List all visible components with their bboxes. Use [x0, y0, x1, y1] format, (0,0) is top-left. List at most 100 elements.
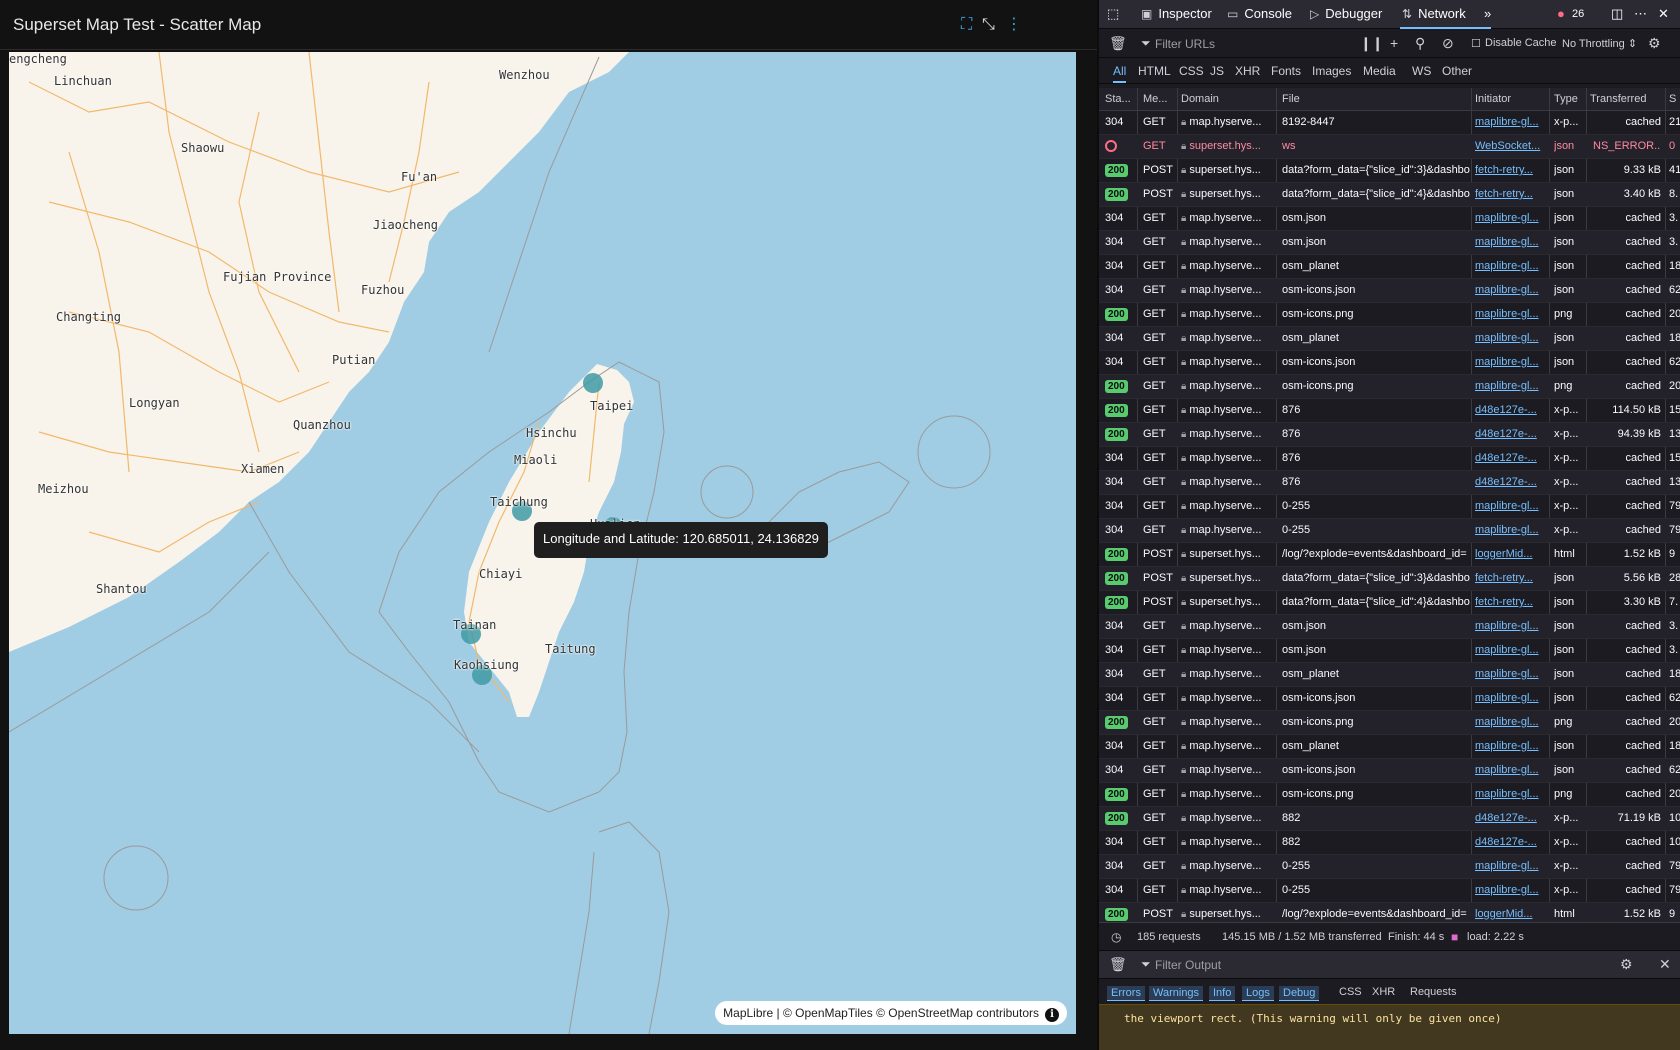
type-tab-images[interactable]: Images [1312, 64, 1351, 78]
cross-filter-icon[interactable]: ⛶ [961, 14, 972, 34]
column-file[interactable]: File [1282, 93, 1300, 105]
row-initiator-link[interactable]: maplibre-gl... [1475, 788, 1548, 800]
row-initiator-link[interactable]: fetch-retry... [1475, 188, 1548, 200]
console-filter-requests[interactable]: Requests [1410, 986, 1456, 998]
request-row[interactable]: 200 POST 🔒︎ superset.hys.../log/?explode=ev… [1099, 903, 1680, 922]
row-initiator-link[interactable]: maplibre-gl... [1475, 332, 1548, 344]
row-initiator-link[interactable]: maplibre-gl... [1475, 500, 1548, 512]
row-initiator-link[interactable]: maplibre-gl... [1475, 692, 1548, 704]
column-transferred[interactable]: Transferred [1590, 93, 1646, 105]
row-initiator-link[interactable]: maplibre-gl... [1475, 308, 1548, 320]
row-initiator-link[interactable]: maplibre-gl... [1475, 716, 1548, 728]
row-initiator-link[interactable]: maplibre-gl... [1475, 740, 1548, 752]
type-tab-media[interactable]: Media [1363, 64, 1396, 78]
tab-network[interactable]: ⇅ Network [1402, 6, 1466, 21]
row-initiator-link[interactable]: maplibre-gl... [1475, 260, 1548, 272]
type-tab-fonts[interactable]: Fonts [1271, 64, 1301, 78]
type-tab-ws[interactable]: WS [1412, 64, 1431, 78]
request-row[interactable]: 200 GET 🔒︎ map.hyserve... osm-icons.png mapli… [1099, 375, 1680, 399]
tab-inspector[interactable]: ▣ Inspector [1141, 6, 1212, 21]
request-row[interactable]: 304 GET 🔒︎ map.hyserve... 876 d48e127e-... x-p… [1099, 447, 1680, 471]
element-picker-icon[interactable]: ⬚ [1107, 6, 1119, 22]
request-row[interactable]: 304 GET 🔒︎ map.hyserve... 8192-8447 maplibre-… [1099, 111, 1680, 135]
request-row[interactable]: 304 GET 🔒︎ map.hyserve... 876 d48e127e-... x-p… [1099, 471, 1680, 495]
gear-icon[interactable]: ⚙ [1648, 35, 1661, 52]
request-row[interactable]: 304 GET 🔒︎ map.hyserve... 0-255 maplibre-gl..… [1099, 495, 1680, 519]
request-row[interactable]: 200 POST 🔒︎ superset.hys... data?form_data={… [1099, 591, 1680, 615]
row-initiator-link[interactable]: maplibre-gl... [1475, 356, 1548, 368]
row-initiator-link[interactable]: maplibre-gl... [1475, 764, 1548, 776]
request-row[interactable]: 200 POST 🔒︎ superset.hys.../log/?explode=ev… [1099, 543, 1680, 567]
row-initiator-link[interactable]: loggerMid... [1475, 548, 1548, 560]
options-icon[interactable]: ⋯ [1634, 6, 1647, 22]
column-initiator[interactable]: Initiator [1475, 93, 1511, 105]
request-row[interactable]: 304 GET 🔒︎ map.hyserve... osm-icons.json mapl… [1099, 759, 1680, 783]
row-initiator-link[interactable]: maplibre-gl... [1475, 884, 1548, 896]
column-type[interactable]: Type [1554, 93, 1578, 105]
request-row[interactable]: 200 GET 🔒︎ map.hyserve... 876 d48e127e-... x-p… [1099, 399, 1680, 423]
request-row[interactable]: 304 GET 🔒︎ map.hyserve... osm_planet maplibre… [1099, 735, 1680, 759]
request-row[interactable]: 304 GET 🔒︎ map.hyserve... osm.json maplibre-g… [1099, 615, 1680, 639]
row-initiator-link[interactable]: d48e127e-... [1475, 428, 1548, 440]
row-initiator-link[interactable]: loggerMid... [1475, 908, 1548, 920]
row-initiator-link[interactable]: d48e127e-... [1475, 812, 1548, 824]
scatter-map[interactable]: engcheng Linchuan Wenzhou Shaowu Fu'an J… [9, 52, 1076, 1034]
more-options-icon[interactable]: ⋮ [1006, 14, 1022, 33]
disable-cache-checkbox[interactable]: ☐ [1471, 37, 1481, 50]
add-filter-icon[interactable]: + [1390, 35, 1398, 51]
request-row[interactable]: 200 GET 🔒︎ map.hyserve... osm-icons.png mapli… [1099, 783, 1680, 807]
close-icon[interactable]: ✕ [1658, 6, 1669, 22]
scatter-point-taipei[interactable] [583, 373, 603, 393]
pause-icon[interactable]: ❙❙ [1360, 35, 1383, 52]
search-icon[interactable]: ⚲ [1415, 35, 1425, 52]
throttling-select[interactable]: No Throttling ⇕ [1562, 37, 1637, 50]
row-initiator-link[interactable]: fetch-retry... [1475, 164, 1548, 176]
type-tab-other[interactable]: Other [1442, 64, 1472, 78]
request-row[interactable]: 200 POST 🔒︎ superset.hys... data?form_data={… [1099, 183, 1680, 207]
type-tab-xhr[interactable]: XHR [1235, 64, 1260, 78]
column-method[interactable]: Me... [1143, 93, 1167, 105]
request-row[interactable]: 304 GET 🔒︎ map.hyserve... osm-icons.json mapl… [1099, 687, 1680, 711]
row-initiator-link[interactable]: fetch-retry... [1475, 596, 1548, 608]
request-row[interactable]: 304 GET 🔒︎ map.hyserve... osm_planet maplibre… [1099, 663, 1680, 687]
filter-urls-input[interactable] [1137, 34, 1347, 54]
more-tabs-icon[interactable]: » [1484, 6, 1491, 21]
console-filter-errors[interactable]: Errors [1107, 986, 1145, 1001]
request-row[interactable]: 304 GET 🔒︎ map.hyserve... 0-255 maplibre-gl..… [1099, 855, 1680, 879]
request-row[interactable]: 200 GET 🔒︎ map.hyserve... osm-icons.png mapli… [1099, 303, 1680, 327]
request-row[interactable]: 304 GET 🔒︎ map.hyserve... 882 d48e127e-... x-p… [1099, 831, 1680, 855]
exit-fullscreen-icon[interactable]: ⤡ [982, 14, 995, 34]
info-icon[interactable]: i [1045, 1008, 1059, 1022]
console-filter-info[interactable]: Info [1209, 986, 1236, 1001]
row-initiator-link[interactable]: maplibre-gl... [1475, 236, 1548, 248]
request-row[interactable]: 200 POST 🔒︎ superset.hys... data?form_data={… [1099, 159, 1680, 183]
row-initiator-link[interactable]: fetch-retry... [1475, 572, 1548, 584]
dock-icon[interactable]: ◫ [1611, 6, 1623, 22]
row-initiator-link[interactable]: maplibre-gl... [1475, 524, 1548, 536]
row-initiator-link[interactable]: d48e127e-... [1475, 452, 1548, 464]
console-filter-css[interactable]: CSS [1339, 986, 1362, 998]
request-row[interactable]: 304 GET 🔒︎ map.hyserve... osm-icons.json mapl… [1099, 351, 1680, 375]
request-row[interactable]: 200 GET 🔒︎ map.hyserve... 876 d48e127e-... x-p… [1099, 423, 1680, 447]
console-filter-warnings[interactable]: Warnings [1149, 986, 1204, 1001]
row-initiator-link[interactable]: maplibre-gl... [1475, 644, 1548, 656]
row-initiator-link[interactable]: maplibre-gl... [1475, 668, 1548, 680]
row-initiator-link[interactable]: WebSocket... [1475, 140, 1548, 152]
column-size[interactable]: S [1669, 93, 1676, 105]
map-attribution[interactable]: MapLibre | © OpenMapTiles © OpenStreetMa… [715, 1001, 1067, 1025]
trash-icon[interactable]: 🗑 [1109, 956, 1127, 973]
request-row[interactable]: 304 GET 🔒︎ map.hyserve... osm.json maplibre-g… [1099, 231, 1680, 255]
row-initiator-link[interactable]: maplibre-gl... [1475, 116, 1548, 128]
request-row[interactable]: 200 POST 🔒︎ superset.hys... data?form_data={… [1099, 567, 1680, 591]
gear-icon[interactable]: ⚙ [1620, 956, 1633, 973]
request-row[interactable]: 304 GET 🔒︎ map.hyserve... osm-icons.json mapl… [1099, 279, 1680, 303]
tab-console[interactable]: ▭ Console [1227, 6, 1292, 21]
console-filter-xhr[interactable]: XHR [1372, 986, 1395, 998]
row-initiator-link[interactable]: maplibre-gl... [1475, 212, 1548, 224]
error-count-icon[interactable]: ● [1557, 6, 1565, 21]
request-row[interactable]: 304 GET 🔒︎ map.hyserve... osm_planet maplibre… [1099, 327, 1680, 351]
request-row[interactable]: 304 GET 🔒︎ map.hyserve... osm.json maplibre-g… [1099, 639, 1680, 663]
row-initiator-link[interactable]: maplibre-gl... [1475, 380, 1548, 392]
request-row[interactable]: 200 GET 🔒︎ map.hyserve... osm-icons.png mapli… [1099, 711, 1680, 735]
request-row[interactable]: 200 GET 🔒︎ map.hyserve... 882 d48e127e-... x-p… [1099, 807, 1680, 831]
